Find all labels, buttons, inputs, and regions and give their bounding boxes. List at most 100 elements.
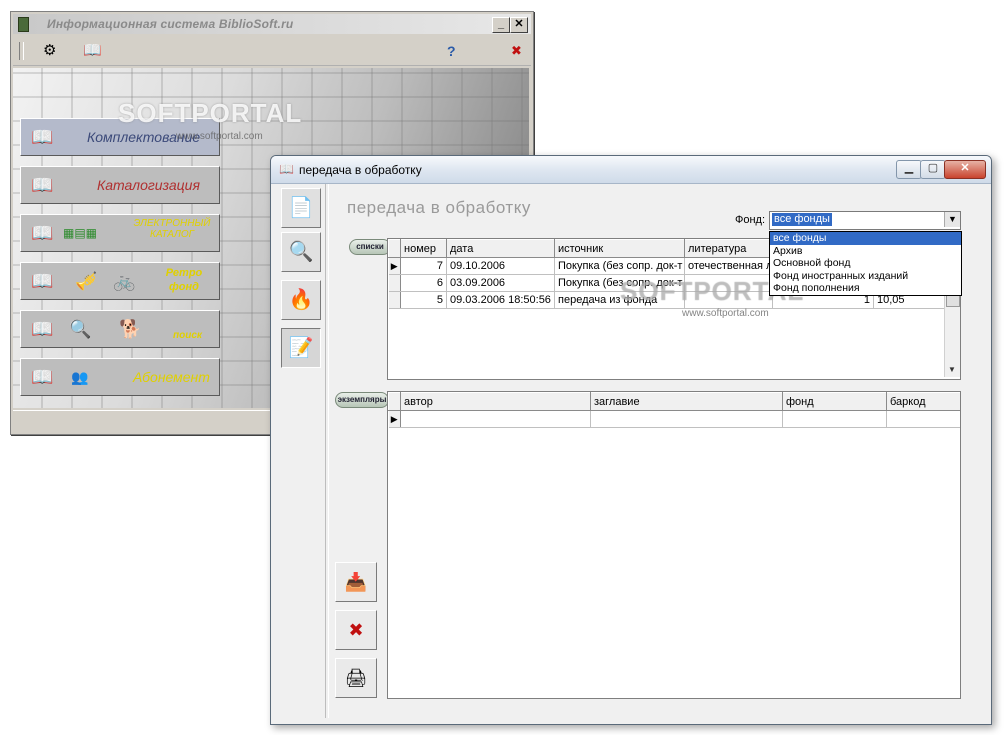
app-icon — [18, 17, 29, 32]
close-button[interactable]: ✕ — [944, 160, 986, 179]
list-sheet-button[interactable]: 📄 — [281, 188, 321, 228]
menu-search-button[interactable]: 📖 🔍 🐕 поиск — [20, 310, 220, 348]
add-copy-button[interactable]: 📥 — [335, 562, 377, 602]
people-icon: 👥 — [71, 369, 89, 385]
cell-number[interactable]: 6 — [400, 274, 447, 292]
copies-tag: экземпляры — [335, 392, 389, 408]
fund-option[interactable]: Архив — [770, 245, 961, 258]
current-row-indicator-icon: ▶ — [388, 257, 401, 275]
column-header-source[interactable]: источник — [554, 239, 685, 258]
divider — [325, 184, 329, 718]
column-header-date[interactable]: дата — [446, 239, 555, 258]
transfer-window: 📖 передача в обработку ▁ ▢ ✕ 📄 🔍 🔥 📝 📥 ✖… — [270, 155, 992, 725]
transfer-window-title: передача в обработку — [299, 163, 422, 177]
transfer-form: 📄 🔍 🔥 📝 📥 ✖ 🖨 передача в обработку Фонд:… — [277, 184, 985, 718]
cell-date[interactable]: 03.09.2006 — [446, 274, 555, 292]
minimize-button[interactable]: ▁ — [896, 160, 922, 179]
main-toolbar: ⚙ 📖 ? ✖ — [13, 37, 531, 66]
menu-cataloging-button[interactable]: 📖 Каталогизация — [20, 166, 220, 204]
search-button[interactable]: 🔍 — [281, 232, 321, 272]
copies-header-row: автор заглавие фонд баркод — [388, 392, 960, 411]
menu-ecatalog-label: ЭЛЕКТРОННЫЙ КАТАЛОГ — [133, 218, 211, 240]
lists-tag: списки — [349, 239, 391, 255]
processing-button[interactable]: 📝 — [281, 328, 321, 368]
menu-retro-label: Ретро фонд — [165, 267, 203, 293]
column-header-literature[interactable]: литература — [684, 239, 773, 258]
transfer-title-bar[interactable]: 📖 передача в обработку ▁ ▢ ✕ — [271, 156, 991, 184]
fund-select-value: все фонды — [772, 213, 832, 226]
cell-barcode[interactable] — [886, 410, 960, 428]
toolbar-grip[interactable] — [19, 42, 24, 60]
column-header-title[interactable]: заглавие — [590, 392, 783, 411]
book-icon: 📖 — [31, 223, 54, 243]
book-icon: 📖 — [279, 162, 294, 176]
delete-copy-button[interactable]: ✖ — [335, 610, 377, 650]
menu-loan-label: Абонемент — [133, 369, 210, 385]
help-icon[interactable]: ? — [447, 42, 456, 60]
menu-retro-button[interactable]: 📖 🎺 🚲 Ретро фонд — [20, 262, 220, 300]
book-icon: 📖 — [31, 319, 54, 339]
printer-icon: 🖨 — [344, 668, 368, 688]
fund-option[interactable]: Фонд пополнения — [770, 282, 961, 295]
watermark-logo: SOFTPORTAL — [118, 98, 303, 128]
print-button[interactable]: 🖨 — [335, 658, 377, 698]
cell-date[interactable]: 09.03.2006 18:50:56 — [446, 291, 555, 309]
add-document-icon: 📥 — [344, 572, 368, 592]
cell-source[interactable]: Покупка (без сопр. док-т — [554, 257, 685, 275]
copies-grid[interactable]: автор заглавие фонд баркод ▶ — [387, 391, 961, 699]
cell-number[interactable]: 7 — [400, 257, 447, 275]
cell-author[interactable] — [400, 410, 591, 428]
book-icon: 📖 — [31, 367, 54, 387]
cell-fund[interactable] — [782, 410, 887, 428]
column-header-number[interactable]: номер — [400, 239, 447, 258]
main-title-bar[interactable]: Информационная система BiblioSoft.ru _ ✕ — [13, 14, 531, 34]
settings-gear-icon[interactable]: ⚙ — [43, 42, 56, 60]
minimize-button[interactable]: _ — [492, 17, 510, 33]
chevron-down-icon[interactable]: ▼ — [944, 212, 960, 227]
circuit-icon: ▦▤▦ — [63, 226, 98, 240]
exit-icon[interactable]: ✖ — [511, 42, 522, 60]
fund-option[interactable]: все фонды — [770, 232, 961, 245]
cell-title[interactable] — [590, 410, 783, 428]
document-edit-icon: 📝 — [288, 337, 314, 359]
book-icon: 📖 — [31, 271, 54, 291]
table-row[interactable]: ▶ — [388, 410, 960, 428]
book-icon[interactable]: 📖 — [83, 42, 102, 60]
row-indicator-header — [388, 239, 401, 258]
transfer-button[interactable]: 🔥 — [281, 280, 321, 320]
delete-icon: ✖ — [348, 620, 364, 640]
fund-label: Фонд: — [735, 214, 766, 226]
cell-date[interactable]: 09.10.2006 — [446, 257, 555, 275]
fund-option[interactable]: Фонд иностранных изданий — [770, 270, 961, 283]
fire-icon: 🔥 — [288, 289, 314, 311]
cell-literature[interactable]: отечественная л — [684, 257, 773, 275]
bicycle-icon: 🚲 — [113, 271, 136, 291]
document-icon: 📄 — [288, 197, 314, 219]
gramophone-icon: 🎺 — [75, 271, 98, 291]
menu-search-label: поиск — [173, 330, 202, 341]
magnifier-icon: 🔍 — [69, 319, 92, 339]
maximize-button[interactable]: ▢ — [920, 160, 946, 179]
row-indicator-header — [388, 392, 401, 411]
fund-option[interactable]: Основной фонд — [770, 257, 961, 270]
form-title: передача в обработку — [347, 198, 531, 217]
row-indicator — [388, 274, 401, 292]
fund-dropdown-list[interactable]: все фонды Архив Основной фонд Фонд иност… — [769, 231, 962, 296]
cell-number[interactable]: 5 — [400, 291, 447, 309]
close-button[interactable]: ✕ — [510, 17, 528, 33]
menu-ecatalog-button[interactable]: 📖 ▦▤▦ ЭЛЕКТРОННЫЙ КАТАЛОГ — [20, 214, 220, 252]
column-header-fund[interactable]: фонд — [782, 392, 887, 411]
scroll-down-icon[interactable]: ▼ — [948, 365, 956, 374]
magnifier-icon: 🔍 — [288, 241, 314, 263]
dog-icon: 🐕 — [119, 319, 142, 339]
menu-loan-button[interactable]: 📖 👥 Абонемент — [20, 358, 220, 396]
current-row-indicator-icon: ▶ — [388, 410, 401, 428]
watermark-url: www.softportal.com — [176, 131, 263, 142]
menu-cataloging-label: Каталогизация — [97, 177, 200, 193]
column-header-barcode[interactable]: баркод — [886, 392, 960, 411]
main-window-title: Информационная система BiblioSoft.ru — [47, 17, 294, 31]
book-icon: 📖 — [31, 127, 54, 147]
column-header-author[interactable]: автор — [400, 392, 591, 411]
row-indicator — [388, 291, 401, 309]
fund-select[interactable]: все фонды ▼ — [769, 211, 961, 230]
